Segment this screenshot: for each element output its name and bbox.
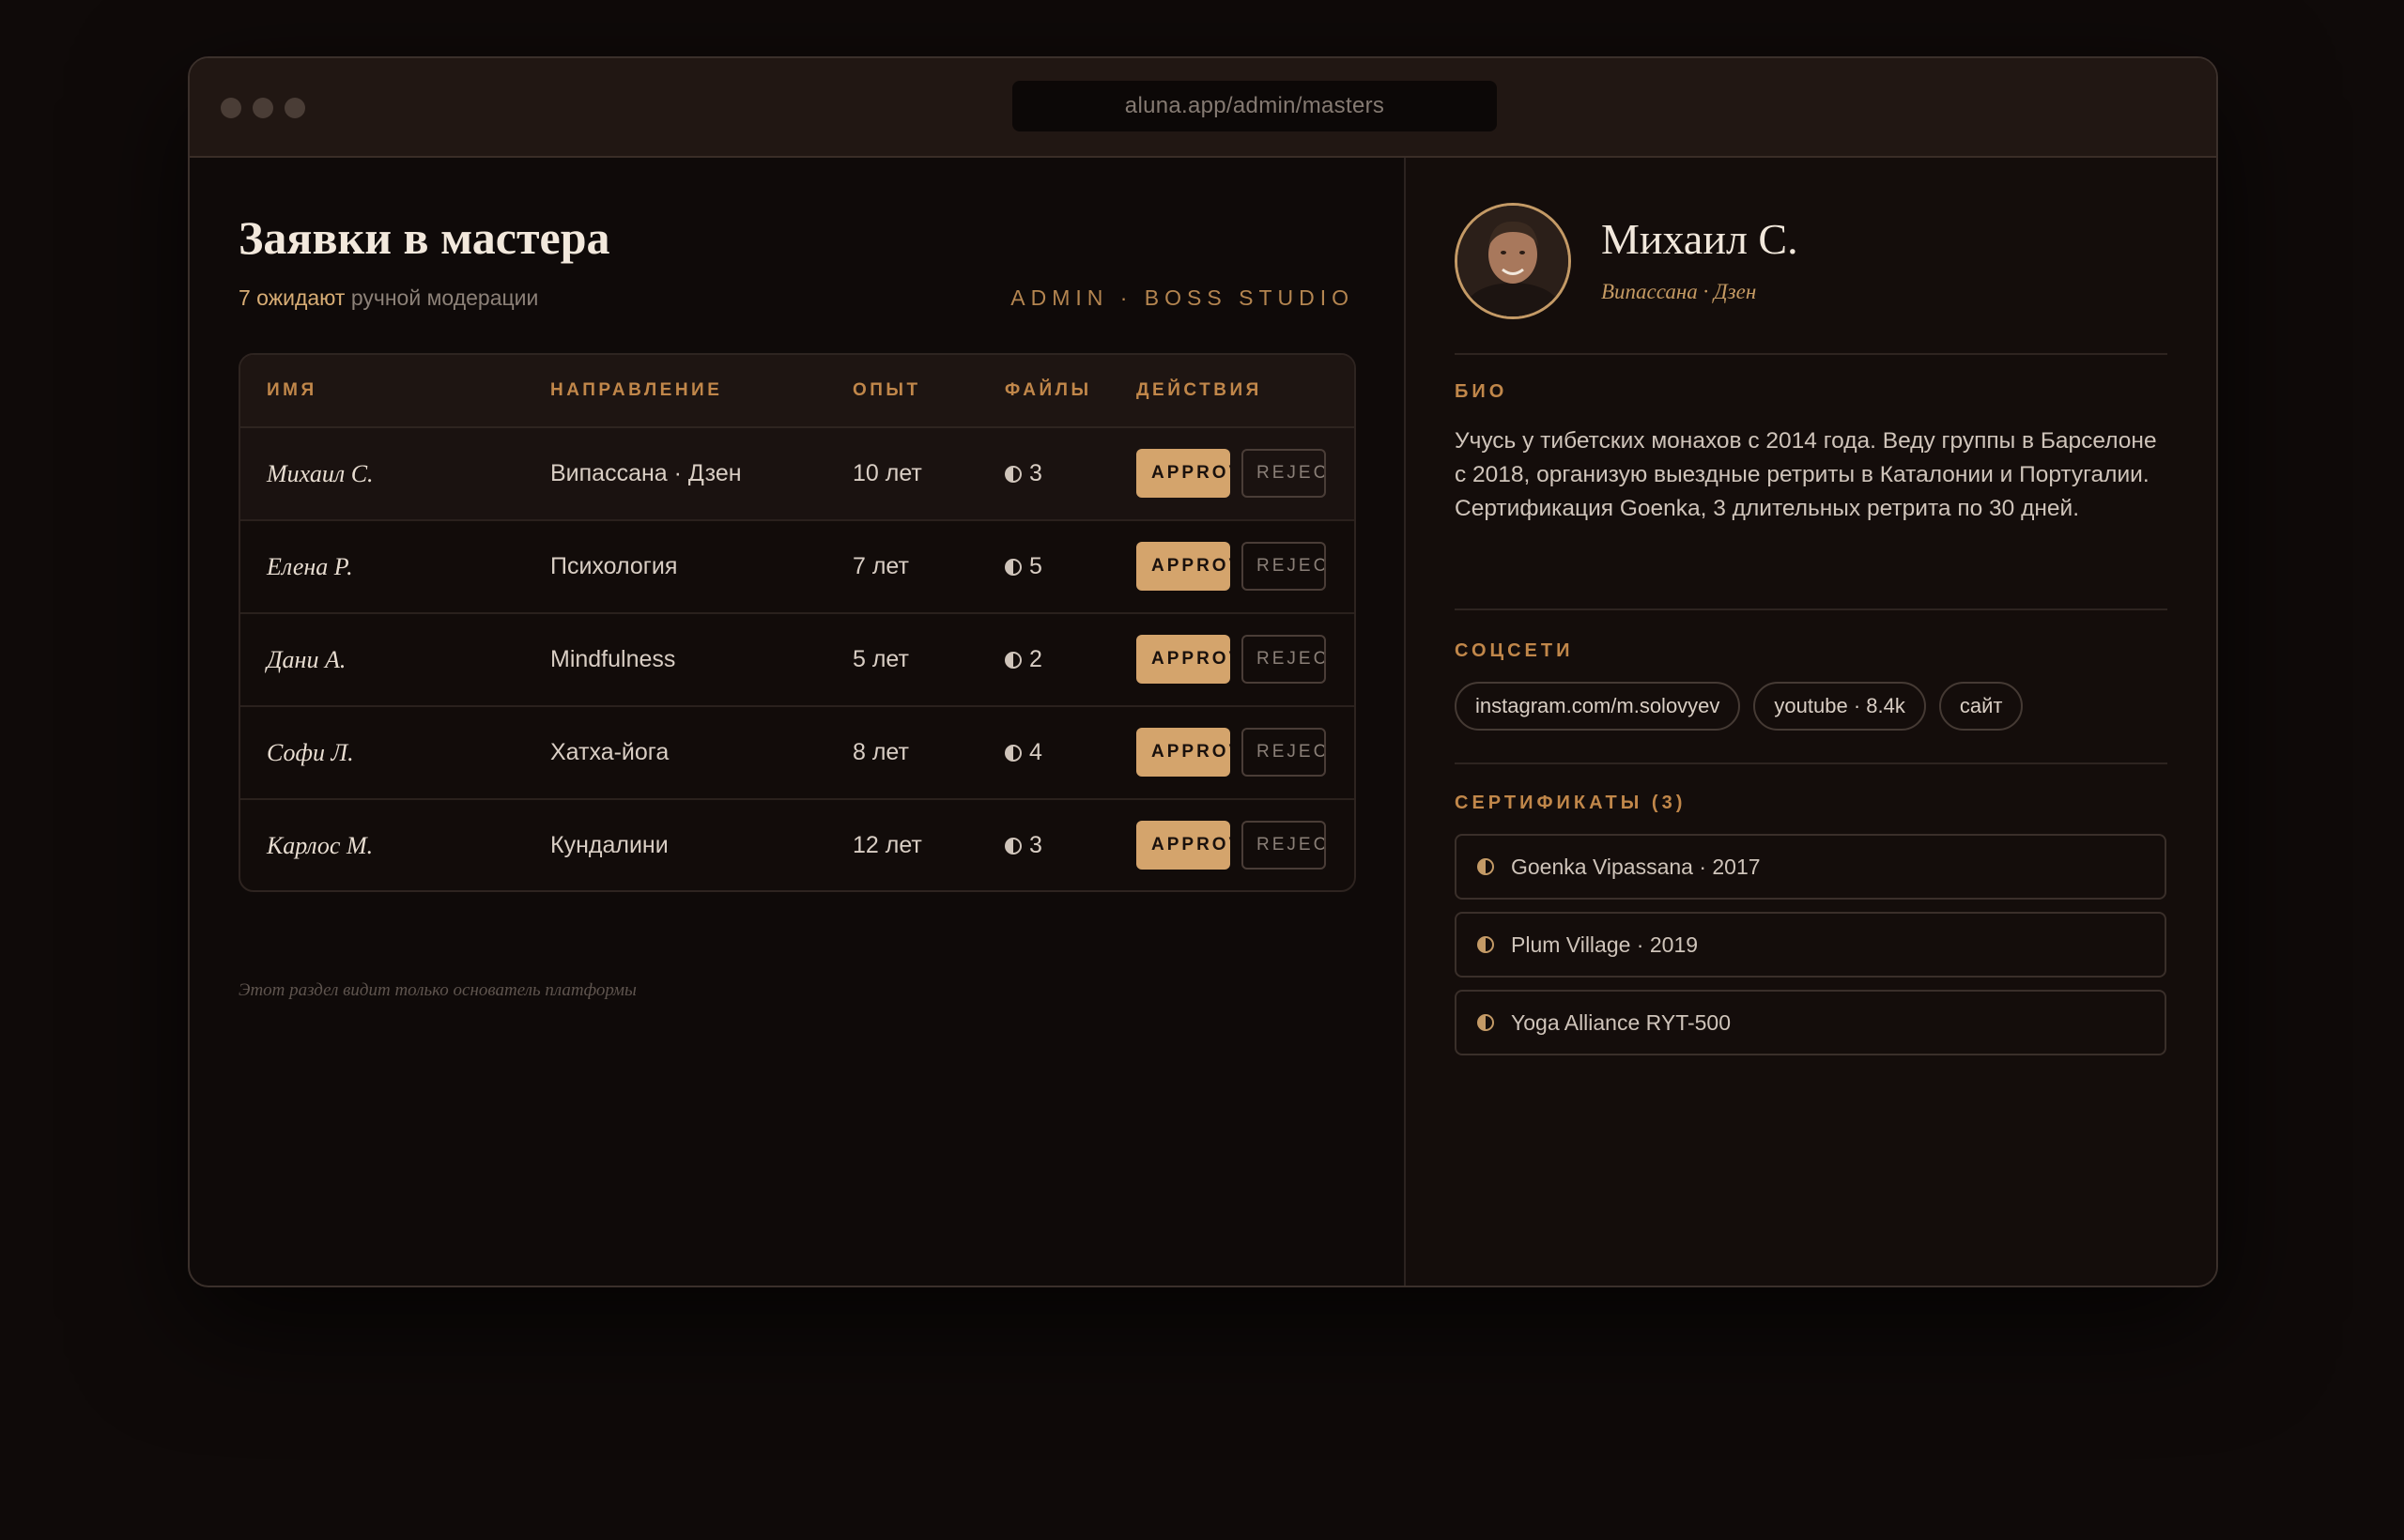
applicant-direction: Психология <box>550 553 678 579</box>
applicant-experience: 5 лет <box>853 646 909 672</box>
footnote: Этот раздел видит только основатель плат… <box>239 980 637 1000</box>
applicant-direction: Mindfulness <box>550 646 676 672</box>
applications-panel: Заявки в мастера 7 ожидают ручной модера… <box>190 158 1403 1286</box>
files-count: 3 <box>1029 832 1042 858</box>
social-link-instagram[interactable]: instagram.com/m.solovyev <box>1455 682 1741 731</box>
close-window-dot[interactable] <box>221 98 241 118</box>
table-row[interactable]: Софи Л. Хатха-йога 8 лет 4 APPROVE REJEC… <box>240 707 1354 800</box>
applicant-name: Софи Л. <box>267 739 354 766</box>
applicant-direction: Хатха-йога <box>550 739 670 765</box>
pending-suffix: ручной модерации <box>345 285 539 310</box>
file-icon <box>1005 744 1022 762</box>
applicant-name: Карлос М. <box>267 832 374 859</box>
approve-button[interactable]: APPROVE <box>1136 635 1230 684</box>
header-actions: ДЕЙСТВИЯ <box>1136 380 1262 400</box>
avatar <box>1455 203 1571 319</box>
applicant-name: Дани А. <box>267 646 347 673</box>
certificates-label: СЕРТИФИКАТЫ (3) <box>1455 793 1687 813</box>
file-icon <box>1005 651 1022 669</box>
address-bar[interactable]: aluna.app/admin/masters <box>1012 81 1497 131</box>
pending-summary: 7 ожидают ручной модерации <box>239 285 538 311</box>
profile-panel: Михаил С. Випассана · Дзен БИО Учусь у т… <box>1404 158 2216 1286</box>
divider <box>1455 353 2167 355</box>
divider <box>1455 608 2167 610</box>
file-icon <box>1005 837 1022 855</box>
file-icon <box>1005 465 1022 483</box>
approve-button[interactable]: APPROVE <box>1136 449 1230 498</box>
reject-button[interactable]: REJECT <box>1241 821 1326 870</box>
avatar-portrait-icon <box>1457 206 1568 316</box>
table-header: ИМЯ НАПРАВЛЕНИЕ ОПЫТ ФАЙЛЫ ДЕЙСТВИЯ <box>240 355 1354 428</box>
maximize-window-dot[interactable] <box>285 98 305 118</box>
table-row[interactable]: Карлос М. Кундалини 12 лет 3 APPROVE REJ… <box>240 800 1354 890</box>
certificate-item[interactable]: Goenka Vipassana · 2017 <box>1455 834 2166 900</box>
applicant-direction: Випассана · Дзен <box>550 460 742 486</box>
approve-button[interactable]: APPROVE <box>1136 728 1230 777</box>
applicant-experience: 8 лет <box>853 739 909 765</box>
header-files: ФАЙЛЫ <box>1005 380 1092 400</box>
browser-titlebar: aluna.app/admin/masters <box>190 58 2216 158</box>
header-experience: ОПЫТ <box>853 380 921 400</box>
applicant-name: Михаил С. <box>267 460 374 487</box>
pending-count: 7 ожидают <box>239 285 346 310</box>
reject-button[interactable]: REJECT <box>1241 728 1326 777</box>
files-count: 2 <box>1029 646 1042 672</box>
files-count: 4 <box>1029 739 1042 765</box>
header-name: ИМЯ <box>267 380 317 400</box>
reject-button[interactable]: REJECT <box>1241 449 1326 498</box>
socials-list: instagram.com/m.solovyev youtube · 8.4k … <box>1455 682 2024 731</box>
admin-tag: ADMIN · BOSS STUDIO <box>1010 285 1354 310</box>
certificate-icon <box>1477 936 1494 953</box>
files-count: 5 <box>1029 553 1042 579</box>
bio-text: Учусь у тибетских монахов с 2014 года. В… <box>1455 428 2157 521</box>
certificate-icon <box>1477 858 1494 875</box>
file-icon <box>1005 558 1022 576</box>
files-cell[interactable]: 3 <box>1005 428 1042 519</box>
approve-button[interactable]: APPROVE <box>1136 821 1230 870</box>
bio-label: БИО <box>1455 381 1508 402</box>
applications-table: ИМЯ НАПРАВЛЕНИЕ ОПЫТ ФАЙЛЫ ДЕЙСТВИЯ Миха… <box>239 353 1356 892</box>
certificate-title: Plum Village · 2019 <box>1511 932 1699 957</box>
applicant-name: Елена Р. <box>267 553 353 580</box>
applicant-experience: 10 лет <box>853 460 922 486</box>
files-count: 3 <box>1029 460 1042 486</box>
applicant-direction: Кундалини <box>550 832 669 858</box>
applicant-experience: 7 лет <box>853 553 909 579</box>
table-row[interactable]: Михаил С. Випассана · Дзен 10 лет 3 APPR… <box>240 428 1354 521</box>
certificate-title: Goenka Vipassana · 2017 <box>1511 854 1761 879</box>
certificate-item[interactable]: Yoga Alliance RYT-500 <box>1455 990 2166 1055</box>
reject-button[interactable]: REJECT <box>1241 635 1326 684</box>
table-row[interactable]: Дани А. Mindfulness 5 лет 2 APPROVE REJE… <box>240 614 1354 707</box>
files-cell[interactable]: 5 <box>1005 521 1042 612</box>
socials-label: СОЦСЕТИ <box>1455 640 1574 661</box>
certificate-icon <box>1477 1014 1494 1031</box>
social-link-youtube[interactable]: youtube · 8.4k <box>1753 682 1926 731</box>
files-cell[interactable]: 2 <box>1005 614 1042 705</box>
social-link-website[interactable]: сайт <box>1938 682 2024 731</box>
page-title: Заявки в мастера <box>239 211 610 264</box>
browser-window: aluna.app/admin/masters Заявки в мастера… <box>188 56 2218 1287</box>
certificate-title: Yoga Alliance RYT-500 <box>1511 1009 1732 1035</box>
files-cell[interactable]: 4 <box>1005 707 1042 798</box>
applicant-experience: 12 лет <box>853 832 922 858</box>
table-row[interactable]: Елена Р. Психология 7 лет 5 APPROVE REJE… <box>240 521 1354 614</box>
profile-name: Михаил С. <box>1601 215 1798 263</box>
profile-direction: Випассана · Дзен <box>1601 280 1757 303</box>
minimize-window-dot[interactable] <box>253 98 273 118</box>
certificate-item[interactable]: Plum Village · 2019 <box>1455 912 2166 978</box>
header-direction: НАПРАВЛЕНИЕ <box>550 380 723 400</box>
files-cell[interactable]: 3 <box>1005 800 1042 890</box>
divider <box>1455 762 2167 764</box>
reject-button[interactable]: REJECT <box>1241 542 1326 591</box>
approve-button[interactable]: APPROVE <box>1136 542 1230 591</box>
